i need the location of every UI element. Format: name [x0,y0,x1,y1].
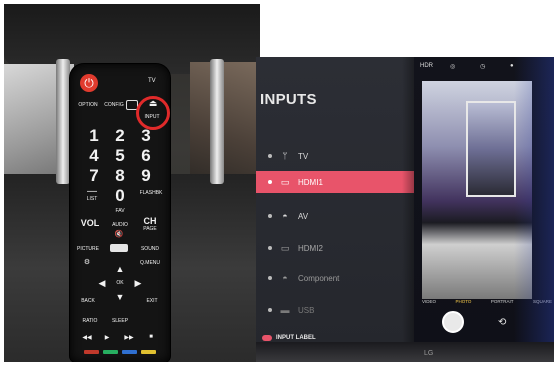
fast-forward-icon[interactable]: ▶▶ [122,334,136,341]
input-item-label: TV [298,151,309,161]
mode-portrait[interactable]: PORTRAIT [491,299,514,304]
av-icon: ◓ [282,211,288,221]
radio-dot [268,276,272,280]
hdmi-icon: ▭ [280,176,290,187]
color-keys [84,350,156,354]
input-item-label: Component [298,273,340,283]
live-photo-icon[interactable]: ◎ [450,63,455,70]
input-label-text: INPUT LABEL [276,335,316,341]
play-icon[interactable]: ▶ [100,334,114,341]
list-button[interactable]: LIST [80,196,104,202]
stop-icon[interactable]: ■ [144,334,158,340]
input-item-component[interactable]: ◓ Component [256,267,414,289]
radio-dot [268,246,272,250]
hdr-label[interactable]: HDR [420,63,433,69]
component-icon: ◓ [282,273,288,283]
blue-key[interactable] [122,350,137,354]
key-2[interactable]: 2 [110,126,130,146]
input-label-button[interactable]: INPUT LABEL [262,335,316,341]
mode-video[interactable]: VIDEO [422,299,436,304]
usb-icon: ▬ [280,305,290,315]
fav-button[interactable]: FAV [108,208,132,214]
gear-icon[interactable]: ⚙ [80,258,94,266]
vol-label[interactable]: VOL [78,218,102,228]
audio-button[interactable]: AUDIO [108,222,132,228]
left-arrow-icon[interactable]: ◀ [96,278,108,289]
radio-dot [268,180,272,184]
radio-dot [268,308,272,312]
shutter-button[interactable] [442,311,464,333]
key-0[interactable]: 0 [110,186,130,206]
input-item-label: USB [298,305,315,315]
config-button[interactable]: CONFIG [102,102,126,108]
ch-label[interactable]: CH [140,216,160,226]
car-window-right [190,62,260,182]
input-highlight-circle [136,96,170,130]
timer-icon[interactable]: ◷ [480,63,485,70]
flashbk-button[interactable]: FLASHBK [136,190,166,196]
input-item-av[interactable]: ◓ AV [256,205,414,227]
input-item-label: AV [298,211,309,221]
remote-photo: TV OPTION CONFIG ⏏ INPUT 1 2 3 4 5 6 7 8… [4,4,260,362]
sleep-button[interactable]: SLEEP [108,318,132,324]
key-5[interactable]: 5 [110,146,130,166]
rewind-icon[interactable]: ◀◀ [80,334,94,341]
tv-label: TV [148,78,156,84]
mute-icon[interactable]: 🔇 [112,230,126,238]
yellow-key[interactable] [141,350,156,354]
ok-button[interactable]: OK [108,280,132,286]
dpad[interactable]: ▲ ◀ OK ▶ ▼ [96,264,144,308]
page-label: PAGE [143,226,157,232]
back-button[interactable]: BACK [76,298,100,304]
input-item-hdmi2[interactable]: ▭ HDMI2 [256,237,414,259]
radio-dot [268,154,272,158]
exit-button[interactable]: EXIT [140,298,164,304]
radio-dot [268,214,272,218]
green-key[interactable] [103,350,118,354]
home-button[interactable] [110,244,128,252]
tv-photo: HDR ◎ ◷ ● VIDEO PHOTO PORTRAIT SQUARE ⟲ … [256,57,554,362]
panel-shadow [402,57,414,345]
hdmi-icon: ▭ [280,242,290,253]
screen-glow [514,57,554,345]
red-key[interactable] [84,350,99,354]
key-7[interactable]: 7 [84,166,104,186]
red-button-icon [262,335,272,341]
flip-camera-icon[interactable]: ⟲ [498,317,506,328]
up-arrow-icon[interactable]: ▲ [114,264,126,274]
input-item-label: HDMI2 [298,243,323,253]
inputs-panel: INPUTS ᛘ TV ▭ HDMI1 ◓ AV ▭ HDMI2 ◓ Compo… [256,57,414,345]
key-3[interactable]: 3 [136,126,156,146]
key-6[interactable]: 6 [136,146,156,166]
picture-button[interactable]: PICTURE [76,246,100,252]
input-item-usb[interactable]: ▬ USB [256,299,414,321]
lg-logo: LG [424,350,434,357]
antenna-icon: ᛘ [282,151,288,161]
key-8[interactable]: 8 [110,166,130,186]
key-1[interactable]: 1 [84,126,104,146]
headrest-post [56,59,70,184]
key-9[interactable]: 9 [136,166,156,186]
input-item-tv[interactable]: ᛘ TV [256,145,414,167]
tv-bezel [256,342,554,362]
down-arrow-icon[interactable]: ▼ [114,292,126,302]
mode-photo[interactable]: PHOTO [455,299,471,304]
preview-thumbnail [466,101,516,197]
ratio-button[interactable]: RATIO [78,318,102,324]
key-4[interactable]: 4 [84,146,104,166]
tv-remote: TV OPTION CONFIG ⏏ INPUT 1 2 3 4 5 6 7 8… [70,64,170,362]
input-item-label: HDMI1 [298,177,323,187]
power-button[interactable] [80,74,98,92]
option-button[interactable]: OPTION [76,102,100,108]
input-item-hdmi1[interactable]: ▭ HDMI1 [256,171,414,193]
sound-button[interactable]: SOUND [138,246,162,252]
inputs-title: INPUTS [260,91,317,108]
right-arrow-icon[interactable]: ▶ [132,278,144,289]
headrest-post [210,59,224,184]
